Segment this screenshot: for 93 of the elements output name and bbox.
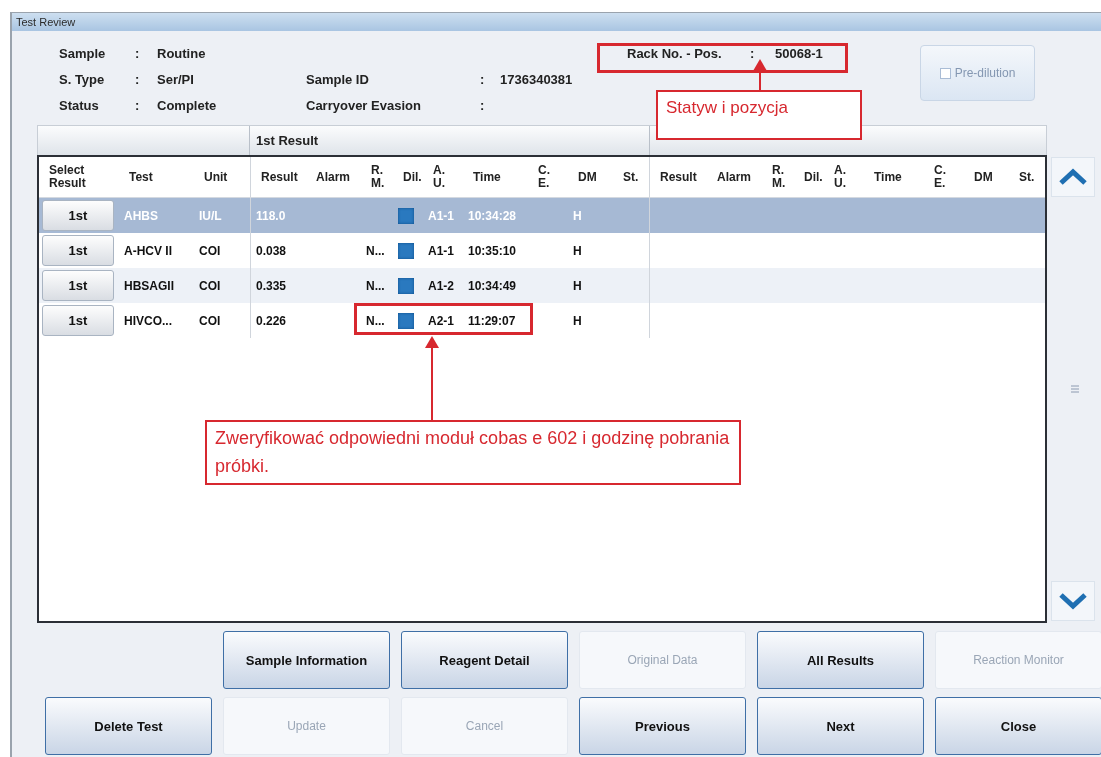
field-separator: :: [480, 71, 486, 87]
column-header: Dil.: [402, 170, 422, 184]
column-header: Select Result: [48, 164, 86, 190]
chevron-down-icon: [1058, 592, 1088, 610]
field-label: S. Type: [59, 71, 106, 87]
column-header: R. M.: [370, 164, 385, 190]
column-header: Alarm: [716, 170, 751, 184]
table-cell: 0.038: [256, 243, 287, 258]
table-cell: N...: [366, 278, 385, 293]
select-result-button[interactable]: 1st: [42, 200, 114, 231]
table-cell: 11:29:07: [468, 313, 516, 328]
column-header: Result: [260, 170, 298, 184]
action-button[interactable]: Delete Test: [45, 697, 212, 755]
table-cell: IU/L: [199, 208, 222, 223]
leader-arrow: [753, 59, 767, 90]
column-header: C. E.: [537, 164, 550, 190]
field-separator: :: [135, 71, 141, 87]
field-value: Routine: [157, 45, 207, 61]
field-value: 1736340381: [500, 71, 574, 87]
field-label: Carryover Evasion: [306, 97, 422, 113]
field-separator: :: [135, 45, 141, 61]
table-cell: HBSAGII: [124, 278, 174, 293]
field-label: Status: [59, 97, 100, 113]
action-button[interactable]: All Results: [757, 631, 924, 689]
result-row[interactable]: 1st AHBS IU/L 118.0 A1-1 10:34:28 H: [39, 198, 1045, 233]
table-cell: AHBS: [124, 208, 158, 223]
square-icon: [398, 277, 414, 294]
square-icon: [398, 242, 414, 259]
table-cell: 10:34:28: [468, 208, 517, 223]
column-header: Result: [659, 170, 697, 184]
checkbox-icon: [939, 67, 951, 79]
table-cell: HIVCO...: [124, 313, 172, 328]
table-cell: 10:34:49: [468, 278, 517, 293]
chevron-up-icon: [1058, 168, 1088, 186]
table-cell: A-HCV II: [124, 243, 172, 258]
table-cell: A1-1: [428, 208, 454, 223]
table-cell: 0.335: [256, 278, 287, 293]
column-header: Time: [873, 170, 902, 184]
square-icon: [398, 207, 414, 224]
column-header: A. U.: [432, 164, 445, 190]
column-header: Alarm: [315, 170, 350, 184]
field-label: Sample ID: [306, 71, 370, 87]
table-cell: COI: [199, 313, 221, 328]
table-cell: 118.0: [256, 208, 286, 223]
field-separator: :: [480, 97, 486, 113]
action-button[interactable]: Reagent Detail: [401, 631, 568, 689]
table-cell: H: [573, 313, 582, 328]
select-result-button[interactable]: 1st: [42, 270, 114, 301]
column-header: Unit: [203, 170, 228, 184]
callout-note: Zweryfikować odpowiedni moduł cobas e 602 i godzinę pobrania próbki.: [205, 420, 741, 485]
table-cell: H: [573, 278, 582, 293]
scroll-up-button[interactable]: [1051, 157, 1095, 197]
result-row[interactable]: 1st HIVCO... COI 0.226 N... A2-1 11:29:07 H: [39, 303, 1045, 338]
field-value: Complete: [157, 97, 218, 113]
column-header: DM: [973, 170, 993, 184]
table-cell: 10:35:10: [468, 243, 517, 258]
result-row[interactable]: 1st HBSAGII COI 0.335 N... A1-2 10:34:49 H: [39, 268, 1045, 303]
table-cell: COI: [199, 278, 221, 293]
column-header: St.: [1018, 170, 1035, 184]
square-icon: [398, 312, 414, 329]
column-header: Time: [472, 170, 501, 184]
table-cell: H: [573, 243, 582, 258]
field-label: Sample: [59, 45, 107, 61]
select-result-button[interactable]: 1st: [42, 305, 114, 336]
column-header: R. M.: [771, 164, 786, 190]
field-separator: :: [750, 45, 756, 61]
table-cell: 0.226: [256, 313, 287, 328]
callout-note: Statyw i pozycja: [656, 90, 862, 140]
table-cell: H: [573, 208, 582, 223]
scroll-down-button[interactable]: [1051, 581, 1095, 621]
column-header: DM: [577, 170, 597, 184]
column-header: Dil.: [803, 170, 823, 184]
column-header: St.: [622, 170, 639, 184]
field-separator: :: [135, 97, 141, 113]
window-title: Test Review: [12, 13, 1101, 31]
column-header: C. E.: [933, 164, 946, 190]
action-button[interactable]: Sample Information: [223, 631, 390, 689]
table-cell: A1-2: [428, 278, 454, 293]
field-value: 50068-1: [775, 45, 824, 61]
field-label: Rack No. - Pos.: [627, 45, 723, 61]
table-cell: COI: [199, 243, 221, 258]
column-header: A. U.: [833, 164, 846, 190]
field-value: Ser/PI: [157, 71, 195, 87]
action-button[interactable]: Previous: [579, 697, 746, 755]
select-result-button[interactable]: 1st: [42, 235, 114, 266]
action-button[interactable]: Next: [757, 697, 924, 755]
column-header: Test: [128, 170, 153, 184]
action-button[interactable]: Close: [935, 697, 1101, 755]
table-cell: A2-1: [428, 313, 454, 328]
table-cell: N...: [366, 313, 385, 328]
table-cell: N...: [366, 243, 385, 258]
scroll-grip-icon[interactable]: [1071, 385, 1079, 393]
table-cell: A1-1: [428, 243, 454, 258]
